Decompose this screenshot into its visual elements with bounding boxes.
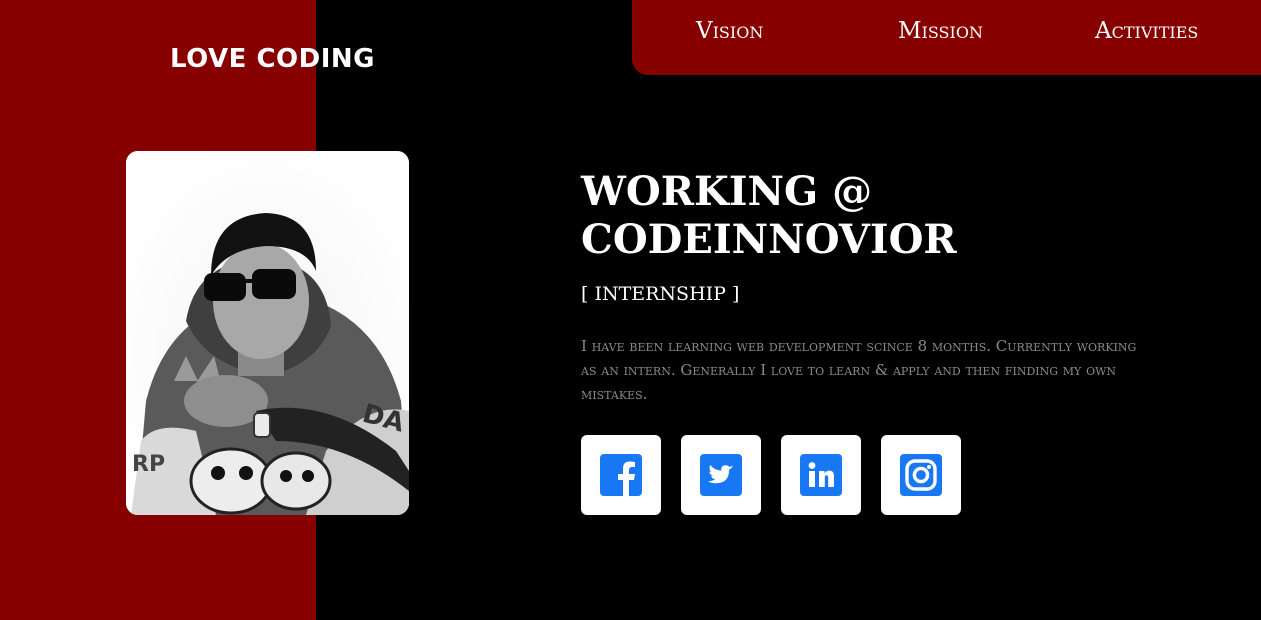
nav-vision-link[interactable]: Vision (696, 18, 763, 44)
instagram-icon (900, 454, 942, 496)
profile-subtitle: [ INTERNSHIP ] (581, 283, 740, 305)
instagram-button[interactable] (881, 435, 961, 515)
linkedin-button[interactable] (781, 435, 861, 515)
nav-mission-link[interactable]: Mission (898, 18, 983, 44)
person-photo-illustration: DA RP (126, 151, 409, 515)
twitter-icon (700, 454, 742, 496)
top-navbar: Vision Mission Activities (632, 0, 1261, 75)
profile-photo: DA RP (126, 151, 409, 515)
headline-line2: CODEINNOVIOR (581, 216, 957, 263)
nav-activities-link[interactable]: Activities (1095, 18, 1198, 44)
facebook-button[interactable] (581, 435, 661, 515)
linkedin-icon (800, 454, 842, 496)
profile-headline: WORKING @ CODEINNOVIOR (581, 168, 1101, 264)
facebook-icon (600, 454, 642, 496)
svg-text:RP: RP (132, 452, 165, 477)
site-logo[interactable]: LOVE CODING (170, 44, 375, 74)
profile-bio: I have been learning web development sci… (581, 337, 1137, 403)
headline-line1: WORKING @ (581, 168, 873, 215)
twitter-button[interactable] (681, 435, 761, 515)
